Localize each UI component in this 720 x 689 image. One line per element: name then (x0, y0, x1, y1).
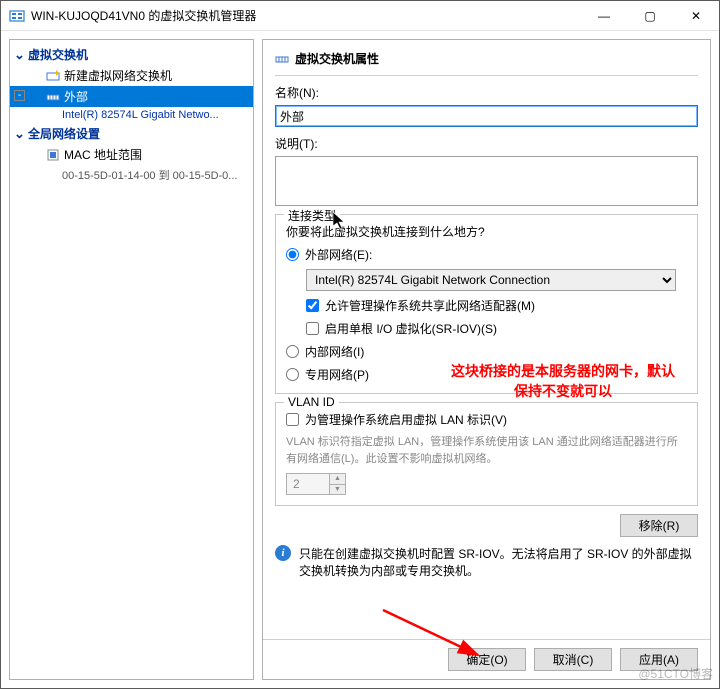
chk-vlan-row[interactable]: 为管理操作系统启用虚拟 LAN 标识(V) (286, 411, 687, 428)
tree-sub-mac: 00-15-5D-01-14-00 到 00-15-5D-0... (10, 165, 253, 185)
radio-external[interactable] (286, 248, 299, 261)
chk-vlan-enable[interactable] (286, 413, 299, 426)
chk-share-label: 允许管理操作系统共享此网络适配器(M) (325, 297, 535, 314)
cancel-button[interactable]: 取消(C) (534, 648, 612, 671)
switch-icon (46, 90, 60, 104)
radio-external-row[interactable]: 外部网络(E): (286, 246, 687, 263)
tree-item-external[interactable]: - 外部 (10, 86, 253, 107)
chk-share-os[interactable] (306, 299, 319, 312)
caret-down-icon: ⌄ (14, 127, 25, 140)
tree-item-mac-range[interactable]: MAC 地址范围 (10, 144, 253, 165)
new-switch-icon (46, 69, 60, 83)
tree-section-vswitch[interactable]: ⌄ 虚拟交换机 (10, 44, 253, 65)
mac-icon (46, 148, 60, 162)
spin-up-icon: ▲ (329, 474, 345, 485)
right-properties-pane: 虚拟交换机属性 名称(N): 说明(T): 连接类型 你要将此虚拟交换机连接到什… (262, 39, 711, 680)
remove-button[interactable]: 移除(R) (620, 514, 698, 537)
ok-button[interactable]: 确定(O) (448, 648, 526, 671)
spin-down-icon: ▼ (329, 485, 345, 495)
tree-label: 新建虚拟网络交换机 (64, 67, 172, 84)
tree-section-global[interactable]: ⌄ 全局网络设置 (10, 123, 253, 144)
section-label: 全局网络设置 (28, 125, 100, 142)
section-label: 虚拟交换机 (28, 46, 88, 63)
sriov-info-row: i 只能在创建虚拟交换机时配置 SR-IOV。无法将启用了 SR-IOV 的外部… (275, 545, 698, 579)
panel-title: 虚拟交换机属性 (295, 50, 379, 67)
window-title: WIN-KUJOQD41VN0 的虚拟交换机管理器 (31, 7, 581, 24)
adapter-select[interactable]: Intel(R) 82574L Gigabit Network Connecti… (306, 269, 676, 291)
radio-internal-row[interactable]: 内部网络(I) (286, 343, 687, 360)
vlan-hint-text: VLAN 标识符指定虚拟 LAN，管理操作系统使用该 LAN 通过此网络适配器进… (286, 434, 687, 467)
vlan-group: VLAN ID 为管理操作系统启用虚拟 LAN 标识(V) VLAN 标识符指定… (275, 402, 698, 506)
caret-down-icon: ⌄ (14, 48, 25, 61)
vlan-id-value: 2 (293, 477, 300, 491)
vlan-id-spinner: 2 ▲ ▼ (286, 473, 346, 495)
tree-label: 外部 (64, 88, 88, 105)
dialog-footer: 确定(O) 取消(C) 应用(A) (263, 639, 710, 679)
left-tree-pane: ⌄ 虚拟交换机 新建虚拟网络交换机 - 外部 Intel(R) 82574L G… (9, 39, 254, 680)
vlan-legend: VLAN ID (284, 395, 339, 409)
tree-sub-adapter[interactable]: Intel(R) 82574L Gigabit Netwo... (10, 107, 253, 123)
chk-sriov[interactable] (306, 322, 319, 335)
radio-internal[interactable] (286, 345, 299, 358)
radio-private-label: 专用网络(P) (305, 366, 369, 383)
app-icon (9, 8, 25, 24)
chk-sriov-label: 启用单根 I/O 虚拟化(SR-IOV)(S) (325, 320, 497, 337)
minimize-button[interactable]: — (581, 1, 627, 31)
desc-textarea[interactable] (275, 156, 698, 206)
connection-type-group: 连接类型 你要将此虚拟交换机连接到什么地方? 外部网络(E): Intel(R)… (275, 214, 698, 394)
info-icon: i (275, 545, 291, 561)
radio-private-row[interactable]: 专用网络(P) (286, 366, 687, 383)
name-input[interactable] (275, 105, 698, 127)
radio-internal-label: 内部网络(I) (305, 343, 364, 360)
collapse-icon[interactable]: - (14, 90, 25, 101)
tree-label: MAC 地址范围 (64, 146, 142, 163)
desc-label: 说明(T): (275, 135, 698, 152)
titlebar: WIN-KUJOQD41VN0 的虚拟交换机管理器 — ▢ ✕ (1, 1, 719, 31)
connection-question: 你要将此虚拟交换机连接到什么地方? (286, 223, 687, 240)
close-button[interactable]: ✕ (673, 1, 719, 31)
tree-item-new-vswitch[interactable]: 新建虚拟网络交换机 (10, 65, 253, 86)
connection-legend: 连接类型 (284, 207, 340, 224)
chk-share-row[interactable]: 允许管理操作系统共享此网络适配器(M) (306, 297, 687, 314)
chk-sriov-row[interactable]: 启用单根 I/O 虚拟化(SR-IOV)(S) (306, 320, 687, 337)
name-label: 名称(N): (275, 84, 698, 101)
radio-external-label: 外部网络(E): (305, 246, 372, 263)
radio-private[interactable] (286, 368, 299, 381)
sriov-info-text: 只能在创建虚拟交换机时配置 SR-IOV。无法将启用了 SR-IOV 的外部虚拟… (299, 545, 698, 579)
maximize-button[interactable]: ▢ (627, 1, 673, 31)
panel-header: 虚拟交换机属性 (275, 50, 698, 76)
switch-icon (275, 52, 289, 66)
chk-vlan-label: 为管理操作系统启用虚拟 LAN 标识(V) (305, 411, 507, 428)
apply-button[interactable]: 应用(A) (620, 648, 698, 671)
